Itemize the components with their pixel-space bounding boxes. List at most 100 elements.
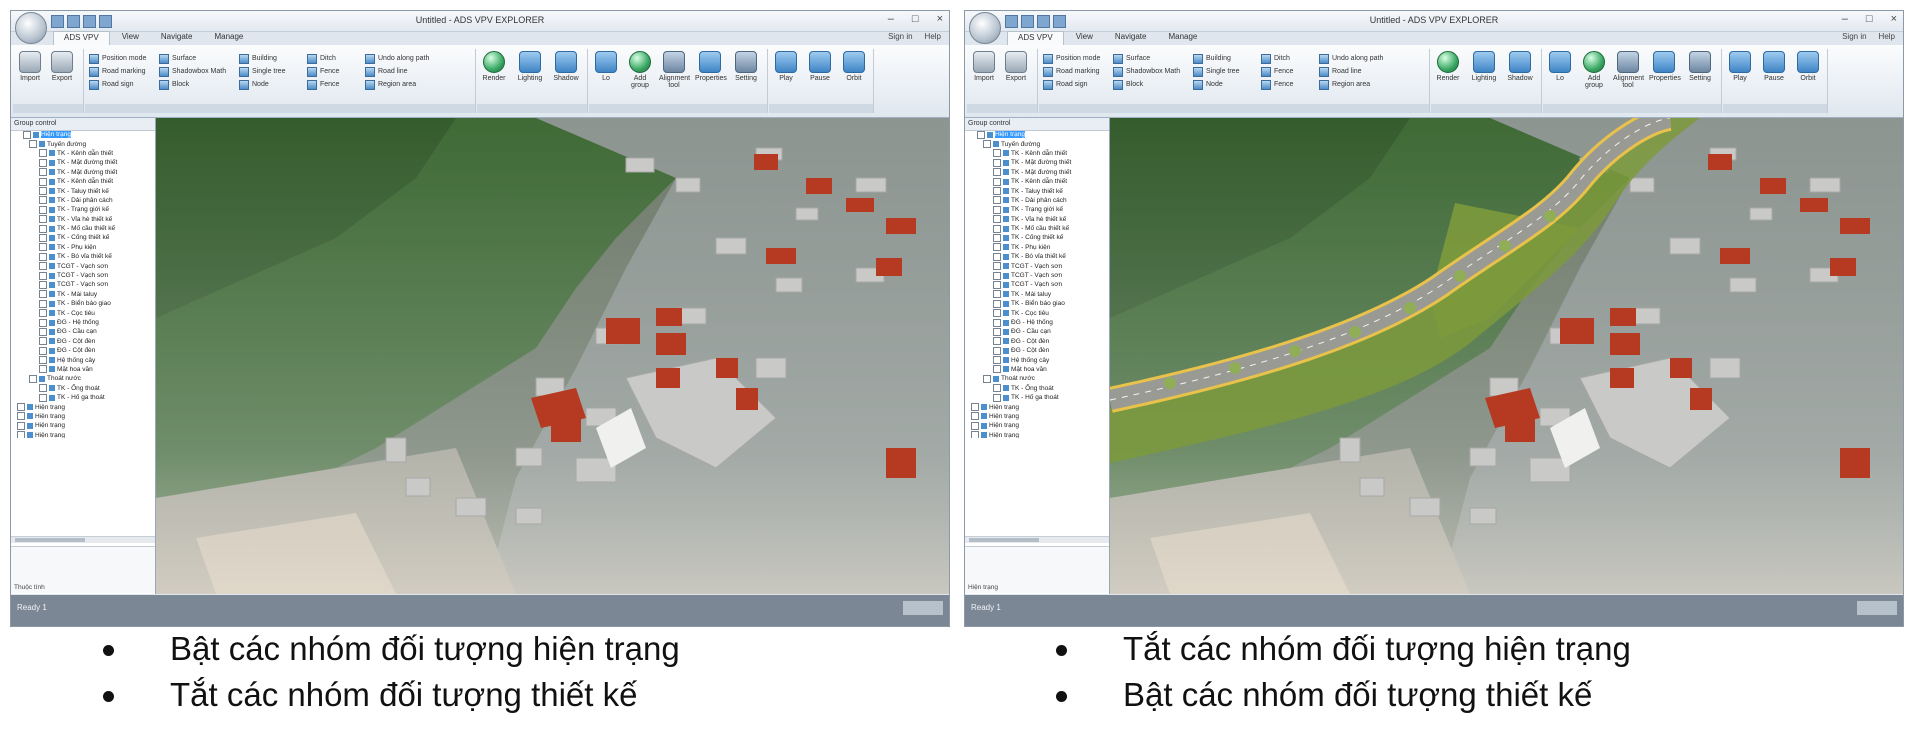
orbit-button[interactable]: Orbit xyxy=(839,51,869,82)
tab-manage[interactable]: Manage xyxy=(1158,31,1207,45)
tree-item[interactable]: TCGT - Vạch sơn xyxy=(11,261,155,271)
checkbox[interactable] xyxy=(977,130,985,139)
building-button[interactable]: Building xyxy=(1193,53,1231,64)
tree-item[interactable]: TK - Cọc tiêu xyxy=(965,308,1109,318)
3d-viewport[interactable] xyxy=(1110,118,1903,594)
checkbox[interactable] xyxy=(29,140,37,149)
checkbox[interactable] xyxy=(993,384,1001,393)
tree-item[interactable]: TK - Bó vỉa thiết kế xyxy=(11,252,155,261)
shadow-button[interactable]: Shadow xyxy=(1505,51,1535,82)
block-button[interactable]: Block xyxy=(1113,79,1143,90)
tree-item[interactable]: TK - Phụ kiện xyxy=(965,243,1109,252)
tree-item[interactable]: TK - Vỉa hè thiết kế xyxy=(965,215,1109,224)
checkbox[interactable] xyxy=(39,243,47,252)
play-button[interactable]: Play xyxy=(1725,51,1755,82)
tree-item[interactable]: ĐG - Cột đèn xyxy=(11,346,155,355)
tree-item[interactable]: TK - Taluy thiết kế xyxy=(965,186,1109,196)
tree-item[interactable]: Mặt hoa văn xyxy=(11,365,155,374)
checkbox[interactable] xyxy=(993,327,1001,336)
checkbox[interactable] xyxy=(983,374,991,383)
shadow-button[interactable]: Shadow xyxy=(551,51,581,82)
lighting-button[interactable]: Lighting xyxy=(515,51,545,82)
checkbox[interactable] xyxy=(17,403,25,412)
properties-button[interactable]: Properties xyxy=(1649,51,1681,82)
tree-item[interactable]: TK - Mặt đường thiết xyxy=(965,168,1109,177)
undo-along-path-button[interactable]: Undo along path xyxy=(365,53,429,64)
tab-ads-vpv[interactable]: ADS VPV xyxy=(53,31,110,45)
horizontal-scrollbar[interactable] xyxy=(11,536,155,543)
tree-item[interactable]: Hiện trạng xyxy=(11,412,155,421)
tree-item[interactable]: Hiện trạng xyxy=(965,402,1109,412)
tab-view[interactable]: View xyxy=(1066,31,1103,45)
play-button[interactable]: Play xyxy=(771,51,801,82)
checkbox[interactable] xyxy=(993,196,1001,205)
tree-item[interactable]: Hiện trạng xyxy=(11,130,155,139)
road-line-button[interactable]: Road line xyxy=(365,66,408,77)
checkbox[interactable] xyxy=(39,318,47,327)
add-group-button[interactable]: Add group xyxy=(625,51,655,89)
tree-item[interactable]: TK - Dải phân cách xyxy=(11,196,155,205)
checkbox[interactable] xyxy=(39,365,47,374)
checkbox[interactable] xyxy=(39,177,47,186)
building-button[interactable]: Building xyxy=(239,53,277,64)
block-button[interactable]: Block xyxy=(159,79,189,90)
road-sign-button[interactable]: Road sign xyxy=(89,79,134,90)
checkbox[interactable] xyxy=(17,421,25,430)
checkbox[interactable] xyxy=(39,205,47,214)
3d-viewport[interactable] xyxy=(156,118,949,594)
checkbox[interactable] xyxy=(39,393,47,402)
minimize-icon[interactable]: – xyxy=(888,13,894,25)
tree-item[interactable]: TCGT - Vạch sơn xyxy=(965,261,1109,271)
checkbox[interactable] xyxy=(39,356,47,365)
tree-item[interactable]: TK - Ống thoát xyxy=(11,384,155,393)
tree-item[interactable]: Hệ thống cây xyxy=(11,355,155,365)
lo-button[interactable]: Lo xyxy=(1545,51,1575,82)
checkbox[interactable] xyxy=(39,327,47,336)
checkbox[interactable] xyxy=(39,252,47,261)
checkbox[interactable] xyxy=(993,262,1001,271)
tree-item[interactable]: TK - Cống thiết kế xyxy=(965,233,1109,242)
setting-button[interactable]: Setting xyxy=(731,51,761,82)
tree-item[interactable]: ĐG - Hệ thống xyxy=(11,318,155,327)
checkbox[interactable] xyxy=(39,280,47,289)
checkbox[interactable] xyxy=(971,421,979,430)
checkbox[interactable] xyxy=(17,431,25,438)
tree-item[interactable]: ĐG - Cột đèn xyxy=(965,346,1109,355)
checkbox[interactable] xyxy=(993,337,1001,346)
maximize-icon[interactable]: □ xyxy=(1866,13,1873,25)
checkbox[interactable] xyxy=(993,356,1001,365)
tree-item[interactable]: ĐG - Cột đèn xyxy=(11,337,155,346)
export-button[interactable]: Export xyxy=(1001,51,1031,82)
checkbox[interactable] xyxy=(39,309,47,318)
checkbox[interactable] xyxy=(993,158,1001,167)
node-button[interactable]: Node xyxy=(239,79,269,90)
checkbox[interactable] xyxy=(971,412,979,421)
region-area-button[interactable]: Region area xyxy=(365,79,416,90)
tree-item[interactable]: TK - Cọc tiêu xyxy=(11,308,155,318)
tab-view[interactable]: View xyxy=(112,31,149,45)
shadowbox-button[interactable]: Shadowbox Math xyxy=(159,66,226,77)
checkbox[interactable] xyxy=(993,318,1001,327)
checkbox[interactable] xyxy=(993,393,1001,402)
maximize-icon[interactable]: □ xyxy=(912,13,919,25)
tree-item[interactable]: Tuyến đường xyxy=(11,139,155,149)
checkbox[interactable] xyxy=(39,271,47,280)
scrollbar-thumb[interactable] xyxy=(15,538,85,542)
road-sign-button[interactable]: Road sign xyxy=(1043,79,1088,90)
add-group-button[interactable]: Add group xyxy=(1579,51,1609,89)
road-marking-button[interactable]: Road marking xyxy=(1043,66,1100,77)
fence-button-2[interactable]: Fence xyxy=(307,79,339,90)
tree-item[interactable]: Hiện trạng xyxy=(11,431,155,438)
surface-button[interactable]: Surface xyxy=(1113,53,1150,64)
tab-manage[interactable]: Manage xyxy=(204,31,253,45)
tree-item[interactable]: TK - Mặt đường thiết xyxy=(11,168,155,177)
checkbox[interactable] xyxy=(29,374,37,383)
tree-item[interactable]: TK - Ống thoát xyxy=(965,384,1109,393)
checkbox[interactable] xyxy=(993,309,1001,318)
position-mode-button[interactable]: Position mode xyxy=(1043,53,1100,64)
tree-item[interactable]: ĐG - Hệ thống xyxy=(965,318,1109,327)
tree-item[interactable]: TK - Kênh dẫn thiết xyxy=(965,149,1109,158)
tree-item[interactable]: TK - Taluy thiết kế xyxy=(11,186,155,196)
lighting-button[interactable]: Lighting xyxy=(1469,51,1499,82)
checkbox[interactable] xyxy=(993,177,1001,186)
